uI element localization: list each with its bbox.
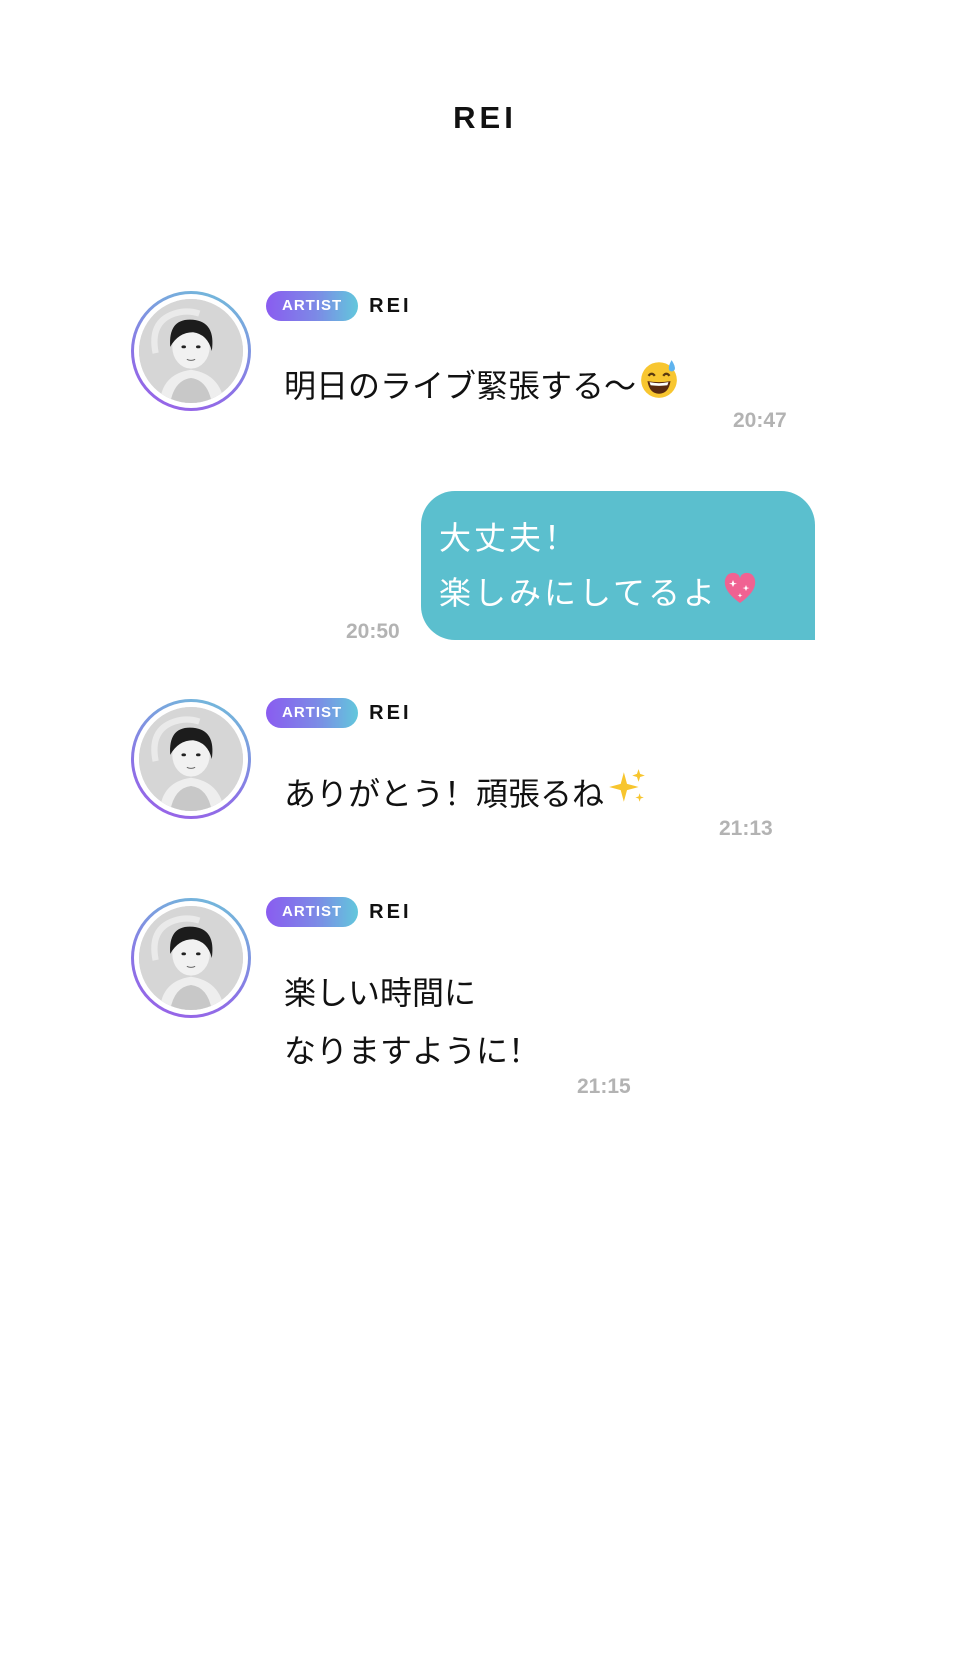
artist-badge: ARTIST [266, 897, 359, 927]
message-timestamp: 20:50 [346, 620, 400, 643]
message-line: 楽しい時間に [284, 974, 477, 1012]
sender-name: REI [369, 900, 412, 923]
sparkling-heart-emoji [720, 567, 760, 624]
artist-badge: ARTIST [266, 291, 359, 321]
avatar-photo [139, 299, 243, 403]
message-text: 明日のライブ緊張する〜 [284, 357, 680, 418]
message-line: ありがとう！頑張るね [284, 775, 605, 813]
artist-badge: ARTIST [266, 698, 359, 728]
artist-avatar[interactable] [131, 291, 251, 411]
message-timestamp: 21:15 [577, 1075, 631, 1098]
sender-row: ARTIST REI [266, 291, 412, 321]
sender-row: ARTIST REI [266, 897, 412, 927]
message-line: 明日のライブ緊張する〜 [284, 367, 637, 405]
sender-row: ARTIST REI [266, 698, 412, 728]
message-line-text: 楽しみにしてるよ [439, 574, 719, 612]
sweat-smile-emoji [638, 358, 680, 418]
message-line: 大丈夫！ [439, 519, 580, 557]
sender-name: REI [369, 701, 412, 724]
avatar-photo [139, 707, 243, 811]
avatar-photo [139, 906, 243, 1010]
message-text: 楽しい時間に なりますように！ [284, 964, 540, 1080]
message-text: ありがとう！頑張るね [284, 765, 648, 826]
artist-avatar[interactable] [131, 699, 251, 819]
artist-avatar[interactable] [131, 898, 251, 1018]
sender-name: REI [369, 294, 412, 317]
message-timestamp: 21:13 [719, 817, 773, 840]
message-line: 楽しみにしてるよ [439, 566, 797, 624]
chat-title: REI [453, 100, 517, 135]
message-timestamp: 20:47 [733, 409, 787, 432]
outgoing-message-bubble: 大丈夫！ 楽しみにしてるよ [421, 491, 815, 640]
sparkles-emoji [606, 766, 648, 826]
message-line: なりますように！ [284, 1032, 541, 1070]
